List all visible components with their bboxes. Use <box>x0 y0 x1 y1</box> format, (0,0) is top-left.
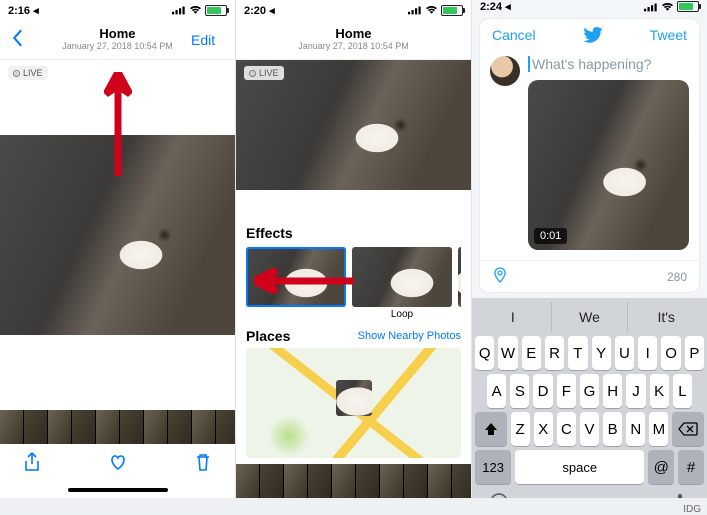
places-title: Places <box>246 328 290 344</box>
effect-item-loop[interactable]: Loop <box>352 247 452 320</box>
key-p[interactable]: P <box>685 336 704 370</box>
key-d[interactable]: D <box>533 374 552 408</box>
photo-viewer[interactable] <box>236 60 471 213</box>
compose-card: Cancel Tweet What's happening? 0:01 280 <box>480 19 699 292</box>
at-key[interactable]: @ <box>648 450 674 484</box>
battery-icon <box>205 5 227 16</box>
map-pin[interactable] <box>336 380 372 416</box>
char-count: 280 <box>667 270 687 284</box>
show-nearby-link[interactable]: Show Nearby Photos <box>358 330 461 342</box>
live-badge: LIVE <box>244 66 284 80</box>
dictation-key[interactable] <box>670 492 690 498</box>
key-q[interactable]: Q <box>475 336 494 370</box>
key-v[interactable]: V <box>580 412 599 446</box>
emoji-key[interactable] <box>489 492 509 498</box>
avatar[interactable] <box>490 56 520 86</box>
swipe-left-arrow <box>254 268 354 294</box>
status-indicators <box>408 5 463 16</box>
prediction-1[interactable]: I <box>475 302 552 332</box>
key-r[interactable]: R <box>545 336 564 370</box>
nav-bar: Home January 27, 2018 10:54 PM Edit <box>0 20 235 60</box>
nav-title: Home <box>62 27 173 41</box>
edit-button[interactable]: Edit <box>191 32 225 48</box>
shift-key[interactable] <box>475 412 507 446</box>
key-w[interactable]: W <box>498 336 517 370</box>
status-time: 2:16 ◂ <box>8 4 39 17</box>
attached-video <box>528 80 689 250</box>
key-y[interactable]: Y <box>592 336 611 370</box>
signal-icon <box>644 2 658 12</box>
trash-button[interactable] <box>193 452 213 477</box>
status-indicators <box>172 5 227 16</box>
key-j[interactable]: J <box>626 374 645 408</box>
places-map[interactable] <box>246 348 461 458</box>
favorite-button[interactable] <box>108 452 128 477</box>
wifi-icon <box>189 5 202 15</box>
effect-item-next[interactable] <box>458 247 461 320</box>
key-x[interactable]: X <box>534 412 553 446</box>
battery-icon <box>441 5 463 16</box>
key-k[interactable]: K <box>650 374 669 408</box>
key-n[interactable]: N <box>626 412 645 446</box>
key-b[interactable]: B <box>603 412 622 446</box>
image-credit: IDG <box>683 504 701 515</box>
keyboard: I We It's QWERTYUIOP ASDFGHJKL ZXCVBNM 1… <box>472 298 707 498</box>
key-a[interactable]: A <box>487 374 506 408</box>
battery-icon <box>677 1 699 12</box>
back-button[interactable] <box>10 29 44 50</box>
key-z[interactable]: Z <box>511 412 530 446</box>
delete-key[interactable] <box>672 412 704 446</box>
key-i[interactable]: I <box>638 336 657 370</box>
compose-input[interactable]: What's happening? <box>528 56 689 72</box>
space-key[interactable]: space <box>515 450 644 484</box>
nav-bar: Home January 27, 2018 10:54 PM <box>236 20 471 60</box>
nav-subtitle: January 27, 2018 10:54 PM <box>298 42 409 52</box>
key-h[interactable]: H <box>603 374 622 408</box>
prediction-3[interactable]: It's <box>628 302 704 332</box>
video-duration: 0:01 <box>534 228 567 244</box>
key-c[interactable]: C <box>557 412 576 446</box>
key-l[interactable]: L <box>673 374 692 408</box>
status-time: 2:20 ◂ <box>244 4 275 17</box>
photo-filmstrip[interactable] <box>236 464 471 498</box>
status-bar: 2:16 ◂ <box>0 0 235 20</box>
home-indicator[interactable] <box>68 488 168 492</box>
photo-filmstrip[interactable] <box>0 410 235 444</box>
key-f[interactable]: F <box>557 374 576 408</box>
wifi-icon <box>661 2 674 12</box>
key-m[interactable]: M <box>649 412 668 446</box>
twitter-logo-icon <box>583 27 603 46</box>
swipe-up-arrow <box>104 72 132 176</box>
nav-subtitle: January 27, 2018 10:54 PM <box>62 42 173 52</box>
status-bar: 2:20 ◂ <box>236 0 471 20</box>
tweet-button[interactable]: Tweet <box>650 27 687 46</box>
hash-key[interactable]: # <box>678 450 704 484</box>
signal-icon <box>408 5 422 15</box>
wifi-icon <box>425 5 438 15</box>
bottom-toolbar <box>0 444 235 484</box>
key-u[interactable]: U <box>615 336 634 370</box>
key-g[interactable]: G <box>580 374 599 408</box>
status-time: 2:24 ◂ <box>480 0 511 13</box>
key-s[interactable]: S <box>510 374 529 408</box>
numbers-key[interactable]: 123 <box>475 450 511 484</box>
nav-title: Home <box>298 27 409 41</box>
location-button[interactable] <box>492 267 508 286</box>
key-o[interactable]: O <box>661 336 680 370</box>
cancel-button[interactable]: Cancel <box>492 27 536 46</box>
key-e[interactable]: E <box>522 336 541 370</box>
prediction-2[interactable]: We <box>552 302 629 332</box>
share-button[interactable] <box>22 452 42 477</box>
key-t[interactable]: T <box>568 336 587 370</box>
status-indicators <box>644 1 699 12</box>
signal-icon <box>172 5 186 15</box>
live-badge: LIVE <box>8 66 48 80</box>
predictive-row: I We It's <box>475 302 704 332</box>
media-attachment[interactable]: 0:01 <box>528 80 689 250</box>
effects-title: Effects <box>246 225 461 241</box>
status-bar: 2:24 ◂ <box>472 0 707 13</box>
